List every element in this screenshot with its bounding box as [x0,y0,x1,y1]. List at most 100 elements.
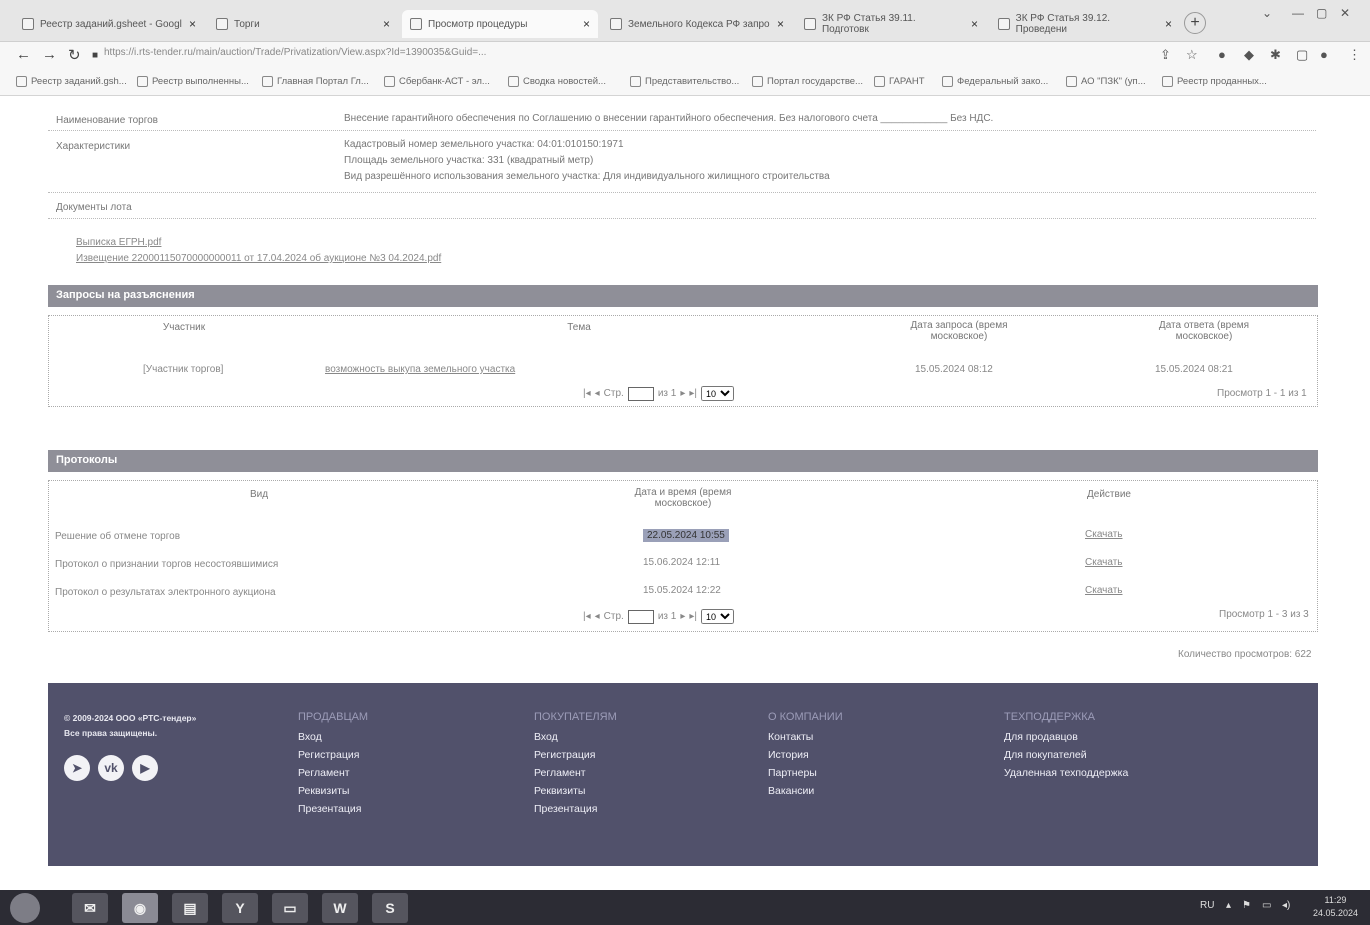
extension-icon[interactable]: ● [1218,47,1226,62]
column-header[interactable]: Дата и время (время московское) [623,487,743,509]
footer-link[interactable]: Вход [534,731,617,743]
network-icon[interactable]: ▭ [1262,900,1271,911]
bookmark-item[interactable]: Сбербанк-АСТ - эл... [384,76,490,87]
telegram-icon[interactable]: ➤ [64,755,90,781]
taskbar-folder-icon[interactable]: ▭ [272,893,308,923]
url-field[interactable]: https://i.rts-tender.ru/main/auction/Tra… [104,47,1144,65]
tab-zk-3912[interactable]: ЗК РФ Статья 39.12. Проведени × [990,10,1180,38]
taskbar-skype-icon[interactable]: S [372,893,408,923]
tab-torgi[interactable]: Торги × [208,10,398,38]
start-button[interactable] [10,893,40,923]
sidepanel-icon[interactable]: ▢ [1296,47,1308,63]
document-link[interactable]: Выписка ЕГРН.pdf [76,237,161,248]
footer-link[interactable]: История [768,749,843,761]
footer-link[interactable]: Для покупателей [1004,749,1128,761]
footer-link[interactable]: Регистрация [534,749,617,761]
column-header[interactable]: Вид [199,489,319,500]
tab-search-icon[interactable]: ⌄ [1262,6,1272,20]
bookmark-item[interactable]: АО "ПЗК" (уп... [1066,76,1146,87]
taskbar-chrome-icon[interactable]: ◉ [122,893,158,923]
tab-zk[interactable]: Земельного Кодекса РФ запро × [602,10,792,38]
next-page-icon[interactable]: ▸ [680,388,685,399]
footer-link[interactable]: Презентация [534,803,617,815]
document-link[interactable]: Извещение 22000115070000000011 от 17.04.… [76,253,441,264]
close-icon[interactable]: × [1165,17,1172,31]
footer-link[interactable]: Партнеры [768,767,843,779]
reload-icon[interactable]: ↻ [68,46,81,64]
page-input[interactable] [627,609,654,624]
taskbar-word-icon[interactable]: W [322,893,358,923]
page-input[interactable] [627,386,654,401]
bookmark-item[interactable]: Реестр проданных... [1162,76,1267,87]
column-header[interactable]: Тема [489,322,669,333]
bookmark-item[interactable]: Главная Портал Гл... [262,76,369,87]
column-header[interactable]: Участник [109,322,259,333]
footer-link[interactable]: Регистрация [298,749,368,761]
taskbar-app-icon[interactable]: ▤ [172,893,208,923]
tab-zk-3911[interactable]: ЗК РФ Статья 39.11. Подготовк × [796,10,986,38]
footer-link[interactable]: Реквизиты [298,785,368,797]
request-topic-link[interactable]: возможность выкупа земельного участка [325,364,515,375]
last-page-icon[interactable]: ▸| [689,388,697,399]
page-size-select[interactable]: 10 [700,609,734,624]
column-header[interactable]: Дата ответа (время московское) [1139,320,1269,342]
tab-sheet[interactable]: Реестр заданий.gsheet - Googl × [14,10,204,38]
vk-icon[interactable]: vk [98,755,124,781]
share-icon[interactable]: ⇪ [1160,47,1171,63]
first-page-icon[interactable]: |◂ [583,388,591,399]
close-icon[interactable]: × [189,17,196,31]
bookmark-icon [942,76,953,87]
volume-icon[interactable]: ◂) [1282,900,1290,911]
taskbar-app-icon[interactable]: ✉ [72,893,108,923]
extension-icon[interactable]: ◆ [1244,47,1254,63]
tab-procedure[interactable]: Просмотр процедуры × [402,10,598,38]
footer-link[interactable]: Регламент [298,767,368,779]
bookmark-item[interactable]: Портал государстве... [752,76,863,87]
footer-link[interactable]: Регламент [534,767,617,779]
window-close-icon[interactable]: ✕ [1340,6,1350,20]
menu-icon[interactable]: ⋮ [1348,47,1361,63]
bookmark-item[interactable]: Представительство... [630,76,739,87]
prev-page-icon[interactable]: ◂ [595,611,600,622]
download-link[interactable]: Скачать [1085,529,1123,540]
footer-link[interactable]: Удаленная техподдержка [1004,767,1128,779]
close-icon[interactable]: × [383,17,390,31]
tray-arrow-icon[interactable]: ▴ [1226,900,1231,911]
next-page-icon[interactable]: ▸ [680,611,685,622]
footer-link[interactable]: Презентация [298,803,368,815]
back-icon[interactable]: ← [16,46,31,63]
minimize-icon[interactable]: — [1292,6,1304,20]
profile-icon[interactable]: ● [1320,47,1328,62]
bookmark-item[interactable]: ГАРАНТ [874,76,925,87]
bookmark-item[interactable]: Сводка новостей... [508,76,606,87]
bookmark-item[interactable]: Реестр заданий.gsh... [16,76,127,87]
download-link[interactable]: Скачать [1085,557,1123,568]
bookmark-item[interactable]: Федеральный зако... [942,76,1048,87]
forward-icon[interactable]: → [42,46,57,63]
close-icon[interactable]: × [777,17,784,31]
puzzle-icon[interactable]: ✱ [1270,47,1281,63]
last-page-icon[interactable]: ▸| [689,611,697,622]
youtube-icon[interactable]: ▶ [132,755,158,781]
new-tab-button[interactable]: + [1184,12,1206,34]
maximize-icon[interactable]: ▢ [1316,6,1327,20]
close-icon[interactable]: × [971,17,978,31]
bookmark-item[interactable]: Реестр выполненны... [137,76,249,87]
column-header[interactable]: Действие [1059,489,1159,500]
download-link[interactable]: Скачать [1085,585,1123,596]
system-clock[interactable]: 11:29 24.05.2024 [1313,894,1358,920]
footer-link[interactable]: Контакты [768,731,843,743]
footer-link[interactable]: Вход [298,731,368,743]
column-header[interactable]: Дата запроса (время московское) [899,320,1019,342]
page-size-select[interactable]: 10 [700,386,734,401]
language-indicator[interactable]: RU [1200,900,1214,911]
footer-link[interactable]: Вакансии [768,785,843,797]
close-icon[interactable]: × [583,17,590,31]
footer-link[interactable]: Для продавцов [1004,731,1128,743]
first-page-icon[interactable]: |◂ [583,611,591,622]
taskbar-yandex-icon[interactable]: Y [222,893,258,923]
prev-page-icon[interactable]: ◂ [595,388,600,399]
star-icon[interactable]: ☆ [1186,47,1198,63]
flag-icon[interactable]: ⚑ [1242,900,1251,911]
footer-link[interactable]: Реквизиты [534,785,617,797]
